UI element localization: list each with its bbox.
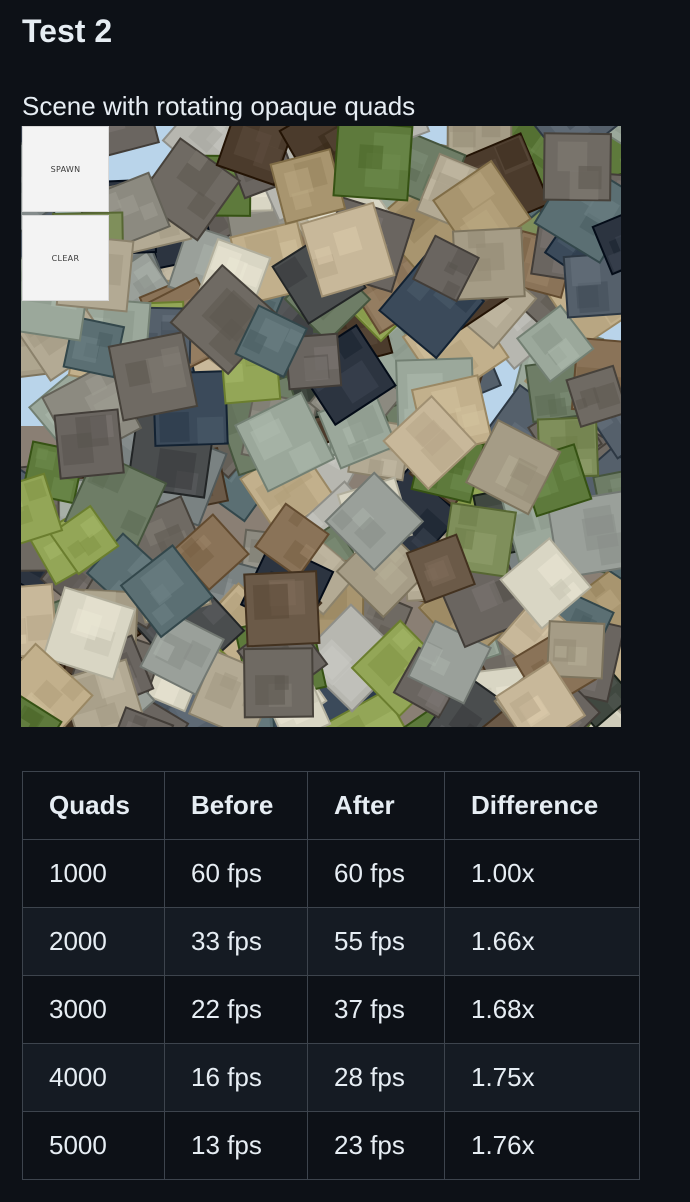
cell-after: 55 fps xyxy=(307,907,445,976)
clear-button[interactable]: CLEAR xyxy=(22,215,109,301)
cell-difference: 1.75x xyxy=(444,1043,640,1112)
table-row: 3000 22 fps 37 fps 1.68x xyxy=(22,975,640,1044)
table-row: 1000 60 fps 60 fps 1.00x xyxy=(22,839,640,908)
cell-before: 33 fps xyxy=(164,907,308,976)
benchmark-table: Quads Before After Difference 1000 60 fp… xyxy=(22,771,640,1180)
cell-after: 28 fps xyxy=(307,1043,445,1112)
cell-quads: 5000 xyxy=(22,1111,165,1180)
scene-quad xyxy=(243,570,321,648)
table-row: 5000 13 fps 23 fps 1.76x xyxy=(22,1111,640,1180)
scene-quad xyxy=(542,132,612,202)
cell-quads: 2000 xyxy=(22,907,165,976)
cell-quads: 3000 xyxy=(22,975,165,1044)
cell-before: 60 fps xyxy=(164,839,308,908)
cell-after: 60 fps xyxy=(307,839,445,908)
cell-quads: 4000 xyxy=(22,1043,165,1112)
cell-quads: 1000 xyxy=(22,839,165,908)
scene-quad xyxy=(53,408,125,480)
cell-difference: 1.00x xyxy=(444,839,640,908)
scene-viewport: SPAWN CLEAR xyxy=(21,126,621,727)
quad-render xyxy=(21,126,621,727)
cell-before: 22 fps xyxy=(164,975,308,1044)
cell-difference: 1.66x xyxy=(444,907,640,976)
cell-before: 13 fps xyxy=(164,1111,308,1180)
cell-difference: 1.76x xyxy=(444,1111,640,1180)
scene-quad xyxy=(332,126,414,202)
header-after: After xyxy=(307,771,445,840)
cell-before: 16 fps xyxy=(164,1043,308,1112)
header-before: Before xyxy=(164,771,308,840)
spawn-button[interactable]: SPAWN xyxy=(22,126,109,212)
table-row: 2000 33 fps 55 fps 1.66x xyxy=(22,907,640,976)
section-heading: Test 2 xyxy=(22,13,113,49)
scene-quad xyxy=(107,331,199,422)
cell-after: 23 fps xyxy=(307,1111,445,1180)
header-quads: Quads xyxy=(22,771,165,840)
cell-after: 37 fps xyxy=(307,975,445,1044)
header-difference: Difference xyxy=(444,771,640,840)
scene-caption: Scene with rotating opaque quads xyxy=(22,91,416,121)
table-header-row: Quads Before After Difference xyxy=(22,771,640,840)
cell-difference: 1.68x xyxy=(444,975,640,1044)
scene-quad xyxy=(242,647,315,719)
table-row: 4000 16 fps 28 fps 1.75x xyxy=(22,1043,640,1112)
